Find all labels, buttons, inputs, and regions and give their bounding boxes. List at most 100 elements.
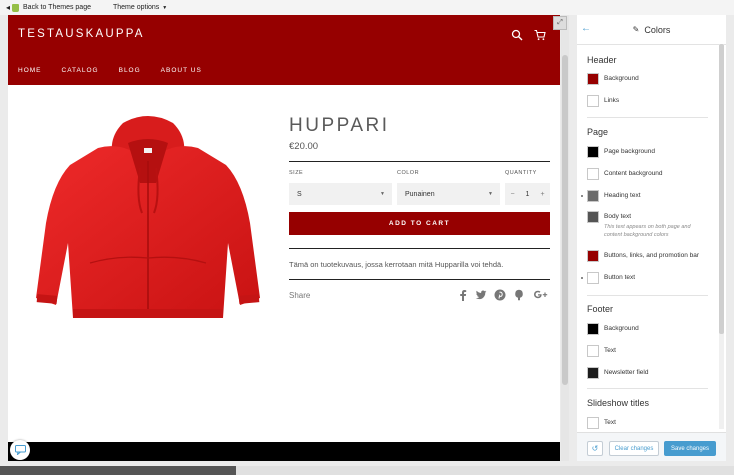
back-to-themes-label: Back to Themes page (23, 4, 91, 11)
add-to-cart-button[interactable]: ADD TO CART (289, 212, 550, 235)
expand-icon[interactable]: ⤢ (553, 16, 567, 30)
color-swatch[interactable] (587, 73, 599, 85)
color-setting-label: Text (604, 347, 616, 354)
color-setting-newsletter-field[interactable]: Newsletter field (587, 367, 648, 379)
color-swatch[interactable] (587, 345, 599, 357)
panel-back-arrow-icon[interactable]: ← (581, 23, 591, 34)
nav-catalog[interactable]: CATALOG (62, 67, 99, 74)
main-nav: HOME CATALOG BLOG ABOUT US (18, 67, 202, 74)
divider (289, 279, 550, 280)
shopify-logo-icon (12, 3, 20, 12)
undo-icon: ↺ (591, 444, 599, 453)
chevron-down-icon: ▼ (488, 191, 493, 197)
panel-scrollbar[interactable] (719, 44, 724, 429)
preview-scrollbar-thumb[interactable] (562, 55, 568, 385)
chat-button[interactable] (10, 440, 30, 460)
section-title-page: Page (587, 127, 609, 137)
facebook-icon[interactable] (457, 289, 469, 301)
section-divider (587, 388, 708, 389)
color-setting-header-links[interactable]: Links (587, 95, 619, 107)
size-select[interactable]: S ▼ (289, 183, 392, 205)
google-plus-icon[interactable] (533, 289, 549, 301)
search-icon[interactable] (511, 29, 523, 41)
modified-indicator (581, 195, 583, 197)
modified-indicator (581, 277, 583, 279)
color-swatch[interactable] (587, 168, 599, 180)
color-swatch[interactable] (587, 190, 599, 202)
color-swatch[interactable] (587, 323, 599, 335)
color-swatch[interactable] (587, 211, 599, 223)
qty-minus-button[interactable]: − (505, 191, 520, 198)
color-setting-slideshow-text[interactable]: Text (587, 417, 616, 429)
back-to-themes-link[interactable]: ◂ Back to Themes page (0, 3, 91, 12)
qty-input[interactable]: 1 (520, 191, 535, 198)
color-swatch[interactable] (587, 95, 599, 107)
store-title[interactable]: TESTAUSKAUPPA (18, 28, 145, 40)
color-setting-footer-background[interactable]: Background (587, 323, 639, 335)
section-title-footer: Footer (587, 304, 614, 314)
color-setting-label: Text (604, 419, 616, 426)
product-description: Tämä on tuotekuvaus, jossa kerrotaan mit… (289, 260, 504, 269)
product-price: €20.00 (289, 141, 319, 152)
color-setting-label: Links (604, 97, 620, 104)
color-setting-content-background[interactable]: Content background (587, 168, 663, 180)
clear-changes-button[interactable]: Clear changes (609, 441, 659, 456)
color-setting-button-text[interactable]: Button text (587, 272, 635, 284)
store-preview: TESTAUSKAUPPA HOME CATALOG BLOG ABOUT US (8, 15, 560, 461)
fancy-icon[interactable] (513, 289, 525, 301)
color-setting-heading-text[interactable]: Heading text (587, 190, 641, 202)
color-setting-label: Button text (604, 274, 636, 281)
theme-editor-topbar: ◂ Back to Themes page Theme options ▼ (0, 0, 734, 15)
color-setting-header-background[interactable]: Background (587, 73, 639, 85)
theme-options-label: Theme options (112, 4, 160, 11)
section-title-header: Header (587, 55, 617, 65)
panel-header: ← ✎ Colors (577, 15, 726, 45)
panel-scrollbar-thumb[interactable] (719, 44, 724, 334)
divider (289, 248, 550, 249)
product-title: HUPPARI (289, 115, 390, 136)
color-swatch[interactable] (587, 146, 599, 158)
color-select[interactable]: Punainen ▼ (397, 183, 500, 205)
window-bottom-strip (0, 466, 734, 475)
save-changes-button[interactable]: Save changes (664, 441, 716, 456)
color-select-value: Punainen (405, 190, 435, 198)
section-divider (587, 117, 708, 118)
nav-about-us[interactable]: ABOUT US (161, 67, 202, 74)
color-setting-label: Content background (604, 170, 663, 177)
nav-blog[interactable]: BLOG (119, 67, 141, 74)
color-setting-label: Buttons, links, and promotion bar (604, 252, 700, 259)
color-swatch[interactable] (587, 367, 599, 379)
undo-button[interactable]: ↺ (587, 441, 603, 456)
theme-options-menu[interactable]: Theme options ▼ (113, 4, 167, 11)
pinterest-icon[interactable] (494, 289, 506, 301)
chevron-down-icon: ▼ (380, 191, 385, 197)
cart-icon[interactable] (534, 29, 546, 41)
color-swatch[interactable] (587, 250, 599, 262)
store-header: TESTAUSKAUPPA HOME CATALOG BLOG ABOUT US (8, 15, 560, 85)
color-setting-footer-text[interactable]: Text (587, 345, 616, 357)
eyedropper-icon: ✎ (632, 25, 640, 34)
color-setting-label: Newsletter field (604, 369, 649, 376)
product-image[interactable] (28, 113, 268, 323)
quantity-label: QUANTITY (505, 170, 537, 176)
section-divider (587, 295, 708, 296)
color-swatch[interactable] (587, 272, 599, 284)
color-setting-page-background[interactable]: Page background (587, 146, 655, 158)
color-label: COLOR (397, 170, 420, 176)
twitter-icon[interactable] (475, 289, 487, 301)
qty-plus-button[interactable]: + (535, 191, 550, 198)
section-title-slideshow: Slideshow titles (587, 398, 650, 408)
quantity-stepper: − 1 + (505, 183, 550, 205)
color-swatch[interactable] (587, 417, 599, 429)
panel-footer: ↺ Clear changes Save changes (577, 432, 726, 461)
product-section: HUPPARI €20.00 SIZE COLOR QUANTITY S ▼ P… (8, 85, 560, 461)
size-label: SIZE (289, 170, 304, 176)
color-setting-buttons-links[interactable]: Buttons, links, and promotion bar (587, 250, 699, 262)
nav-home[interactable]: HOME (18, 67, 42, 74)
color-setting-label: Background (604, 325, 639, 332)
body-text-note: This text appears on both page and conte… (604, 224, 691, 238)
color-setting-label: Background (604, 75, 639, 82)
back-arrow-icon: ◂ (6, 3, 11, 12)
preview-scrollbar[interactable] (561, 15, 569, 461)
color-setting-body-text[interactable]: Body text (587, 211, 631, 223)
